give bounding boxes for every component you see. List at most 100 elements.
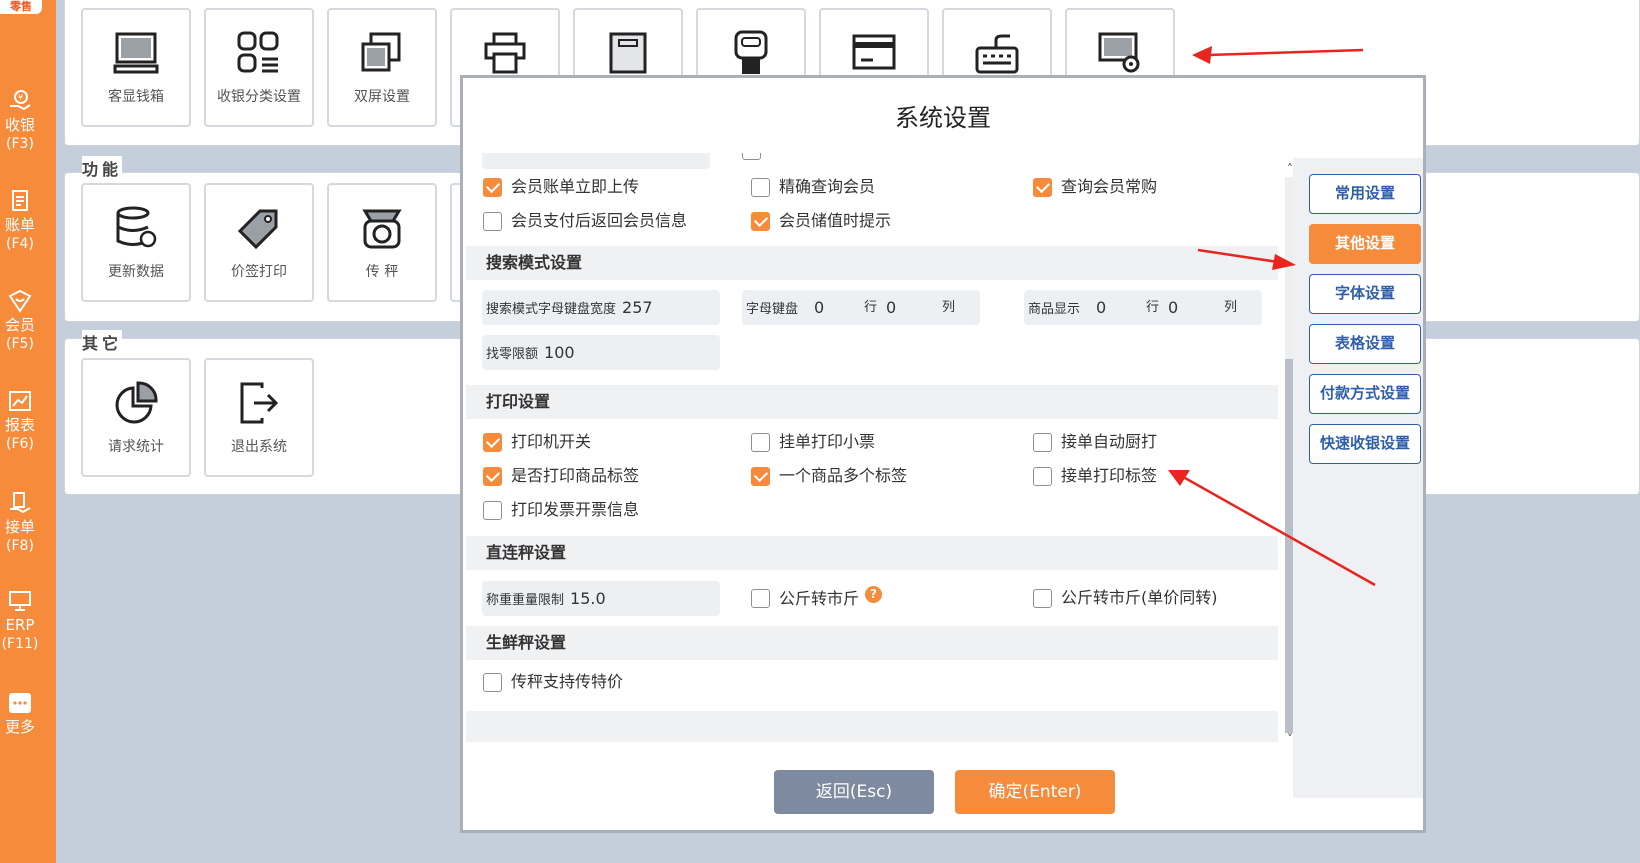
checkbox-label: 精确查询会员 xyxy=(779,177,876,196)
other-section-title: 其它 xyxy=(82,330,123,354)
hidden-input xyxy=(482,153,710,169)
field-label: 搜索模式字母键盘宽度 xyxy=(486,302,617,317)
tile-label: 更新数据 xyxy=(108,264,164,280)
app-logo: 零售 xyxy=(0,0,42,14)
keyboard-width-field[interactable]: 搜索模式字母键盘宽度 257 xyxy=(482,290,720,325)
checkbox-print-goods-label[interactable]: 是否打印商品标签 xyxy=(483,464,639,488)
checkbox-kg-to-jin[interactable]: 公斤转市斤? xyxy=(751,586,883,610)
tile-label: 价签打印 xyxy=(231,264,287,280)
nav-other-settings[interactable]: 其他设置 xyxy=(1309,224,1421,264)
function-section-title: 功能 xyxy=(82,156,123,180)
checkbox-box xyxy=(751,178,770,197)
nav-common-settings[interactable]: 常用设置 xyxy=(1309,174,1421,214)
sidebar-item-member[interactable]: 会员 (F5) xyxy=(0,288,40,353)
checkbox-label: 打印发票开票信息 xyxy=(511,500,640,519)
section-search-mode: 搜索模式设置 xyxy=(466,246,1278,280)
tag-icon xyxy=(237,209,278,250)
tile-cash-category[interactable]: 收银分类设置 xyxy=(204,8,314,127)
system-settings-dialog: 系统设置 会员账单立即上传 精确查询会员 查询会员常购 会员支付后返回会员信息 … xyxy=(460,75,1426,833)
more-icon xyxy=(9,693,31,713)
tile-dual-screen[interactable]: 双屏设置 xyxy=(327,8,437,127)
sidebar-item-bills[interactable]: 账单 (F4) xyxy=(0,188,40,253)
card-icon xyxy=(852,34,896,70)
checkbox-box xyxy=(1033,467,1052,486)
checkbox-label: 传秤支持传特价 xyxy=(511,672,624,691)
member-icon xyxy=(8,289,32,313)
back-button[interactable]: 返回(Esc) xyxy=(774,770,934,814)
field-label: 找零限额 xyxy=(486,347,539,362)
rows-value: 0 xyxy=(1096,298,1107,317)
letter-keyboard-field[interactable]: 字母键盘 0 行 0 列 xyxy=(742,290,980,325)
change-limit-field[interactable]: 找零限额 100 xyxy=(482,335,720,370)
tile-exit-system[interactable]: 退出系统 xyxy=(204,358,314,477)
checkbox-box xyxy=(751,467,770,486)
sidebar-item-label: 接单 xyxy=(4,518,35,536)
settings-content[interactable]: 会员账单立即上传 精确查询会员 查询会员常购 会员支付后返回会员信息 会员储值时… xyxy=(466,153,1278,742)
tile-label: 退出系统 xyxy=(231,439,287,455)
orders-icon xyxy=(10,492,31,514)
checkbox-hold-print-receipt[interactable]: 挂单打印小票 xyxy=(751,430,875,454)
checkbox-member-bill-upload[interactable]: 会员账单立即上传 xyxy=(483,175,639,199)
confirm-button[interactable]: 确定(Enter) xyxy=(955,770,1115,814)
report-icon xyxy=(9,391,31,411)
checkbox-member-frequent[interactable]: 查询会员常购 xyxy=(1033,175,1157,199)
sidebar-item-more[interactable]: 更多 xyxy=(0,690,40,737)
help-icon[interactable]: ? xyxy=(865,586,883,603)
sidebar-item-erp[interactable]: ERP (F11) xyxy=(0,588,40,653)
tile-label: 双屏设置 xyxy=(354,89,410,105)
cashier-icon: ¥ xyxy=(10,90,31,111)
checkbox-print-invoice-info[interactable]: 打印发票开票信息 xyxy=(483,498,639,522)
sidebar-item-label: 更多 xyxy=(4,718,35,736)
checkbox-label: 会员支付后返回会员信息 xyxy=(511,211,688,230)
goods-display-field[interactable]: 商品显示 0 行 0 列 xyxy=(1024,290,1262,325)
checkbox-label: 公斤转市斤(单价同转) xyxy=(1061,588,1218,607)
checkbox-box xyxy=(751,433,770,452)
checkbox-label: 会员账单立即上传 xyxy=(511,177,640,196)
bill-icon xyxy=(12,190,28,211)
checkbox-label: 接单自动厨打 xyxy=(1061,432,1158,451)
checkbox-printer-switch[interactable]: 打印机开关 xyxy=(483,430,591,454)
checkbox-box xyxy=(483,501,502,520)
dual-screen-icon xyxy=(361,32,401,72)
checkbox-return-member-info[interactable]: 会员支付后返回会员信息 xyxy=(483,209,687,233)
checkbox-order-print-label[interactable]: 接单打印标签 xyxy=(1033,464,1157,488)
checkbox-scale-special-price[interactable]: 传秤支持传特价 xyxy=(483,670,623,694)
checkbox-multi-labels[interactable]: 一个商品多个标签 xyxy=(751,464,907,488)
checkbox-auto-kitchen-print[interactable]: 接单自动厨打 xyxy=(1033,430,1157,454)
checkbox-label: 公斤转市斤 xyxy=(779,589,860,608)
sidebar-item-label: 收银 xyxy=(4,116,35,134)
rows-value-2: 0 xyxy=(886,298,897,317)
checkbox-member-deposit-tip[interactable]: 会员储值时提示 xyxy=(751,209,891,233)
checkbox-kg-to-jin-price[interactable]: 公斤转市斤(单价同转) xyxy=(1033,586,1218,610)
sidebar-item-cashier[interactable]: ¥ 收银 (F3) xyxy=(0,88,40,153)
settings-nav: 常用设置 其他设置 字体设置 表格设置 付款方式设置 快速收银设置 xyxy=(1293,158,1423,798)
tile-update-data[interactable]: 更新数据 xyxy=(81,183,191,302)
sidebar-item-label: 报表 xyxy=(4,416,35,434)
rows-value: 0 xyxy=(814,298,825,317)
checkbox-box xyxy=(1033,589,1052,608)
sidebar-item-orders[interactable]: 接单 (F8) xyxy=(0,490,40,555)
tile-request-stats[interactable]: 请求统计 xyxy=(81,358,191,477)
checkbox-label: 挂单打印小票 xyxy=(779,432,876,451)
sidebar-item-shortcut: (F8) xyxy=(6,538,34,554)
field-value: 15.0 xyxy=(570,589,606,608)
kitchen-scale-icon xyxy=(362,209,402,249)
tile-price-tag-print[interactable]: 价签打印 xyxy=(204,183,314,302)
tile-send-to-scale[interactable]: 传 秤 xyxy=(327,183,437,302)
checkbox-box xyxy=(483,433,502,452)
checkbox-exact-member-search[interactable]: 精确查询会员 xyxy=(751,175,875,199)
nav-table-settings[interactable]: 表格设置 xyxy=(1309,324,1421,364)
field-value: 100 xyxy=(544,343,575,362)
checkbox-box xyxy=(751,212,770,231)
tile-customer-display[interactable]: 客显钱箱 xyxy=(81,8,191,127)
sidebar-item-label: ERP xyxy=(5,616,35,634)
nav-payment-settings[interactable]: 付款方式设置 xyxy=(1309,374,1421,414)
weight-limit-field[interactable]: 称重重量限制 15.0 xyxy=(482,581,720,616)
nav-font-settings[interactable]: 字体设置 xyxy=(1309,274,1421,314)
dialog-title: 系统设置 xyxy=(895,104,991,132)
sidebar-item-shortcut: (F6) xyxy=(6,436,34,452)
scale-icon xyxy=(609,32,647,74)
nav-quick-checkout-settings[interactable]: 快速收银设置 xyxy=(1309,424,1421,464)
sidebar-item-reports[interactable]: 报表 (F6) xyxy=(0,388,40,453)
checkbox-label: 接单打印标签 xyxy=(1061,466,1158,485)
